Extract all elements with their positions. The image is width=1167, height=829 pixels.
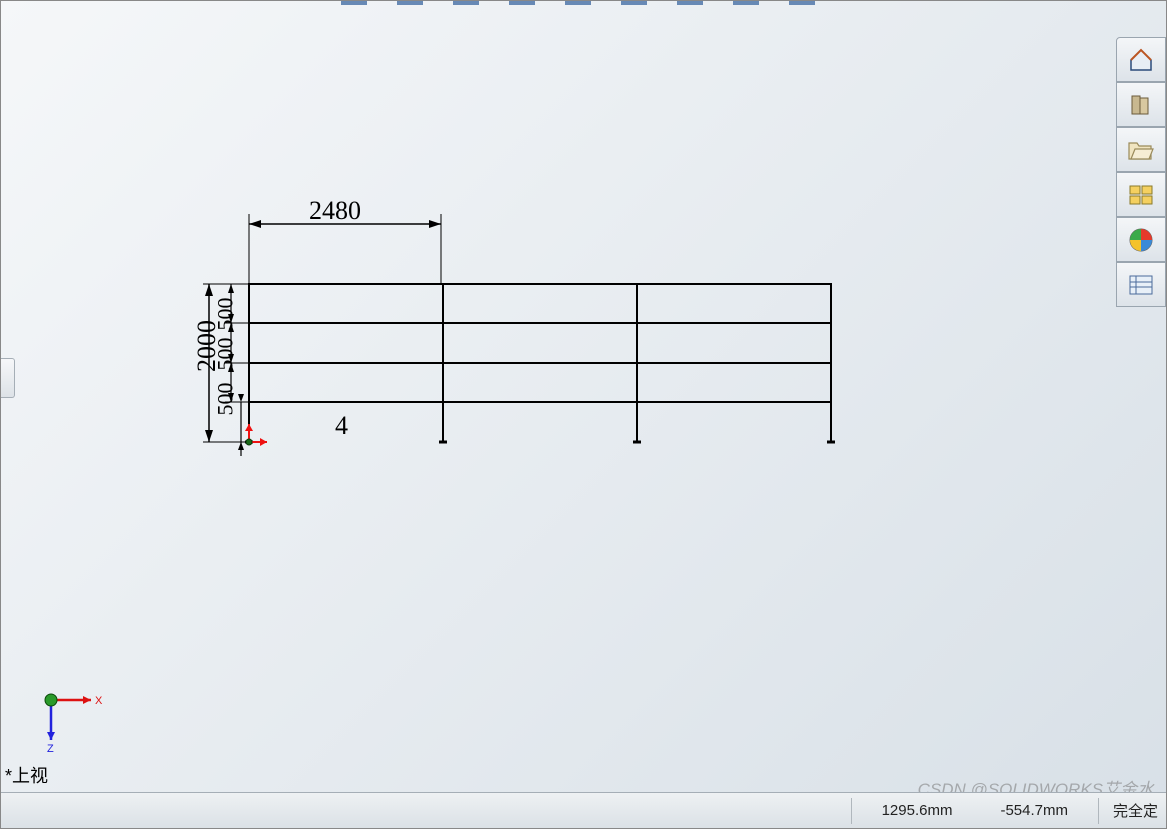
dim-500a: 500 (213, 298, 239, 331)
app-window: 2480 2000 500 500 500 4 X Z *上视 CSDN @SO… (0, 0, 1167, 829)
dim-500b: 500 (213, 338, 239, 371)
status-bar: 1295.6mm -554.7mm 完全定 (1, 792, 1166, 828)
status-coord-y: -554.7mm (976, 802, 1092, 819)
dim-width: 2480 (309, 196, 361, 226)
view-name: *上视 (5, 762, 48, 788)
svg-text:Z: Z (47, 743, 54, 755)
dim-500c: 500 (213, 383, 239, 416)
svg-text:X: X (95, 695, 103, 707)
sketch-label-4: 4 (335, 411, 348, 441)
sketch (191, 196, 1091, 696)
status-sketch-state: 完全定 (1105, 800, 1166, 821)
graphics-area[interactable]: 2480 2000 500 500 500 4 X Z *上视 CSDN @SO… (1, 1, 1166, 828)
view-triad: X Z (39, 688, 109, 758)
status-coord-x: 1295.6mm (858, 802, 977, 819)
